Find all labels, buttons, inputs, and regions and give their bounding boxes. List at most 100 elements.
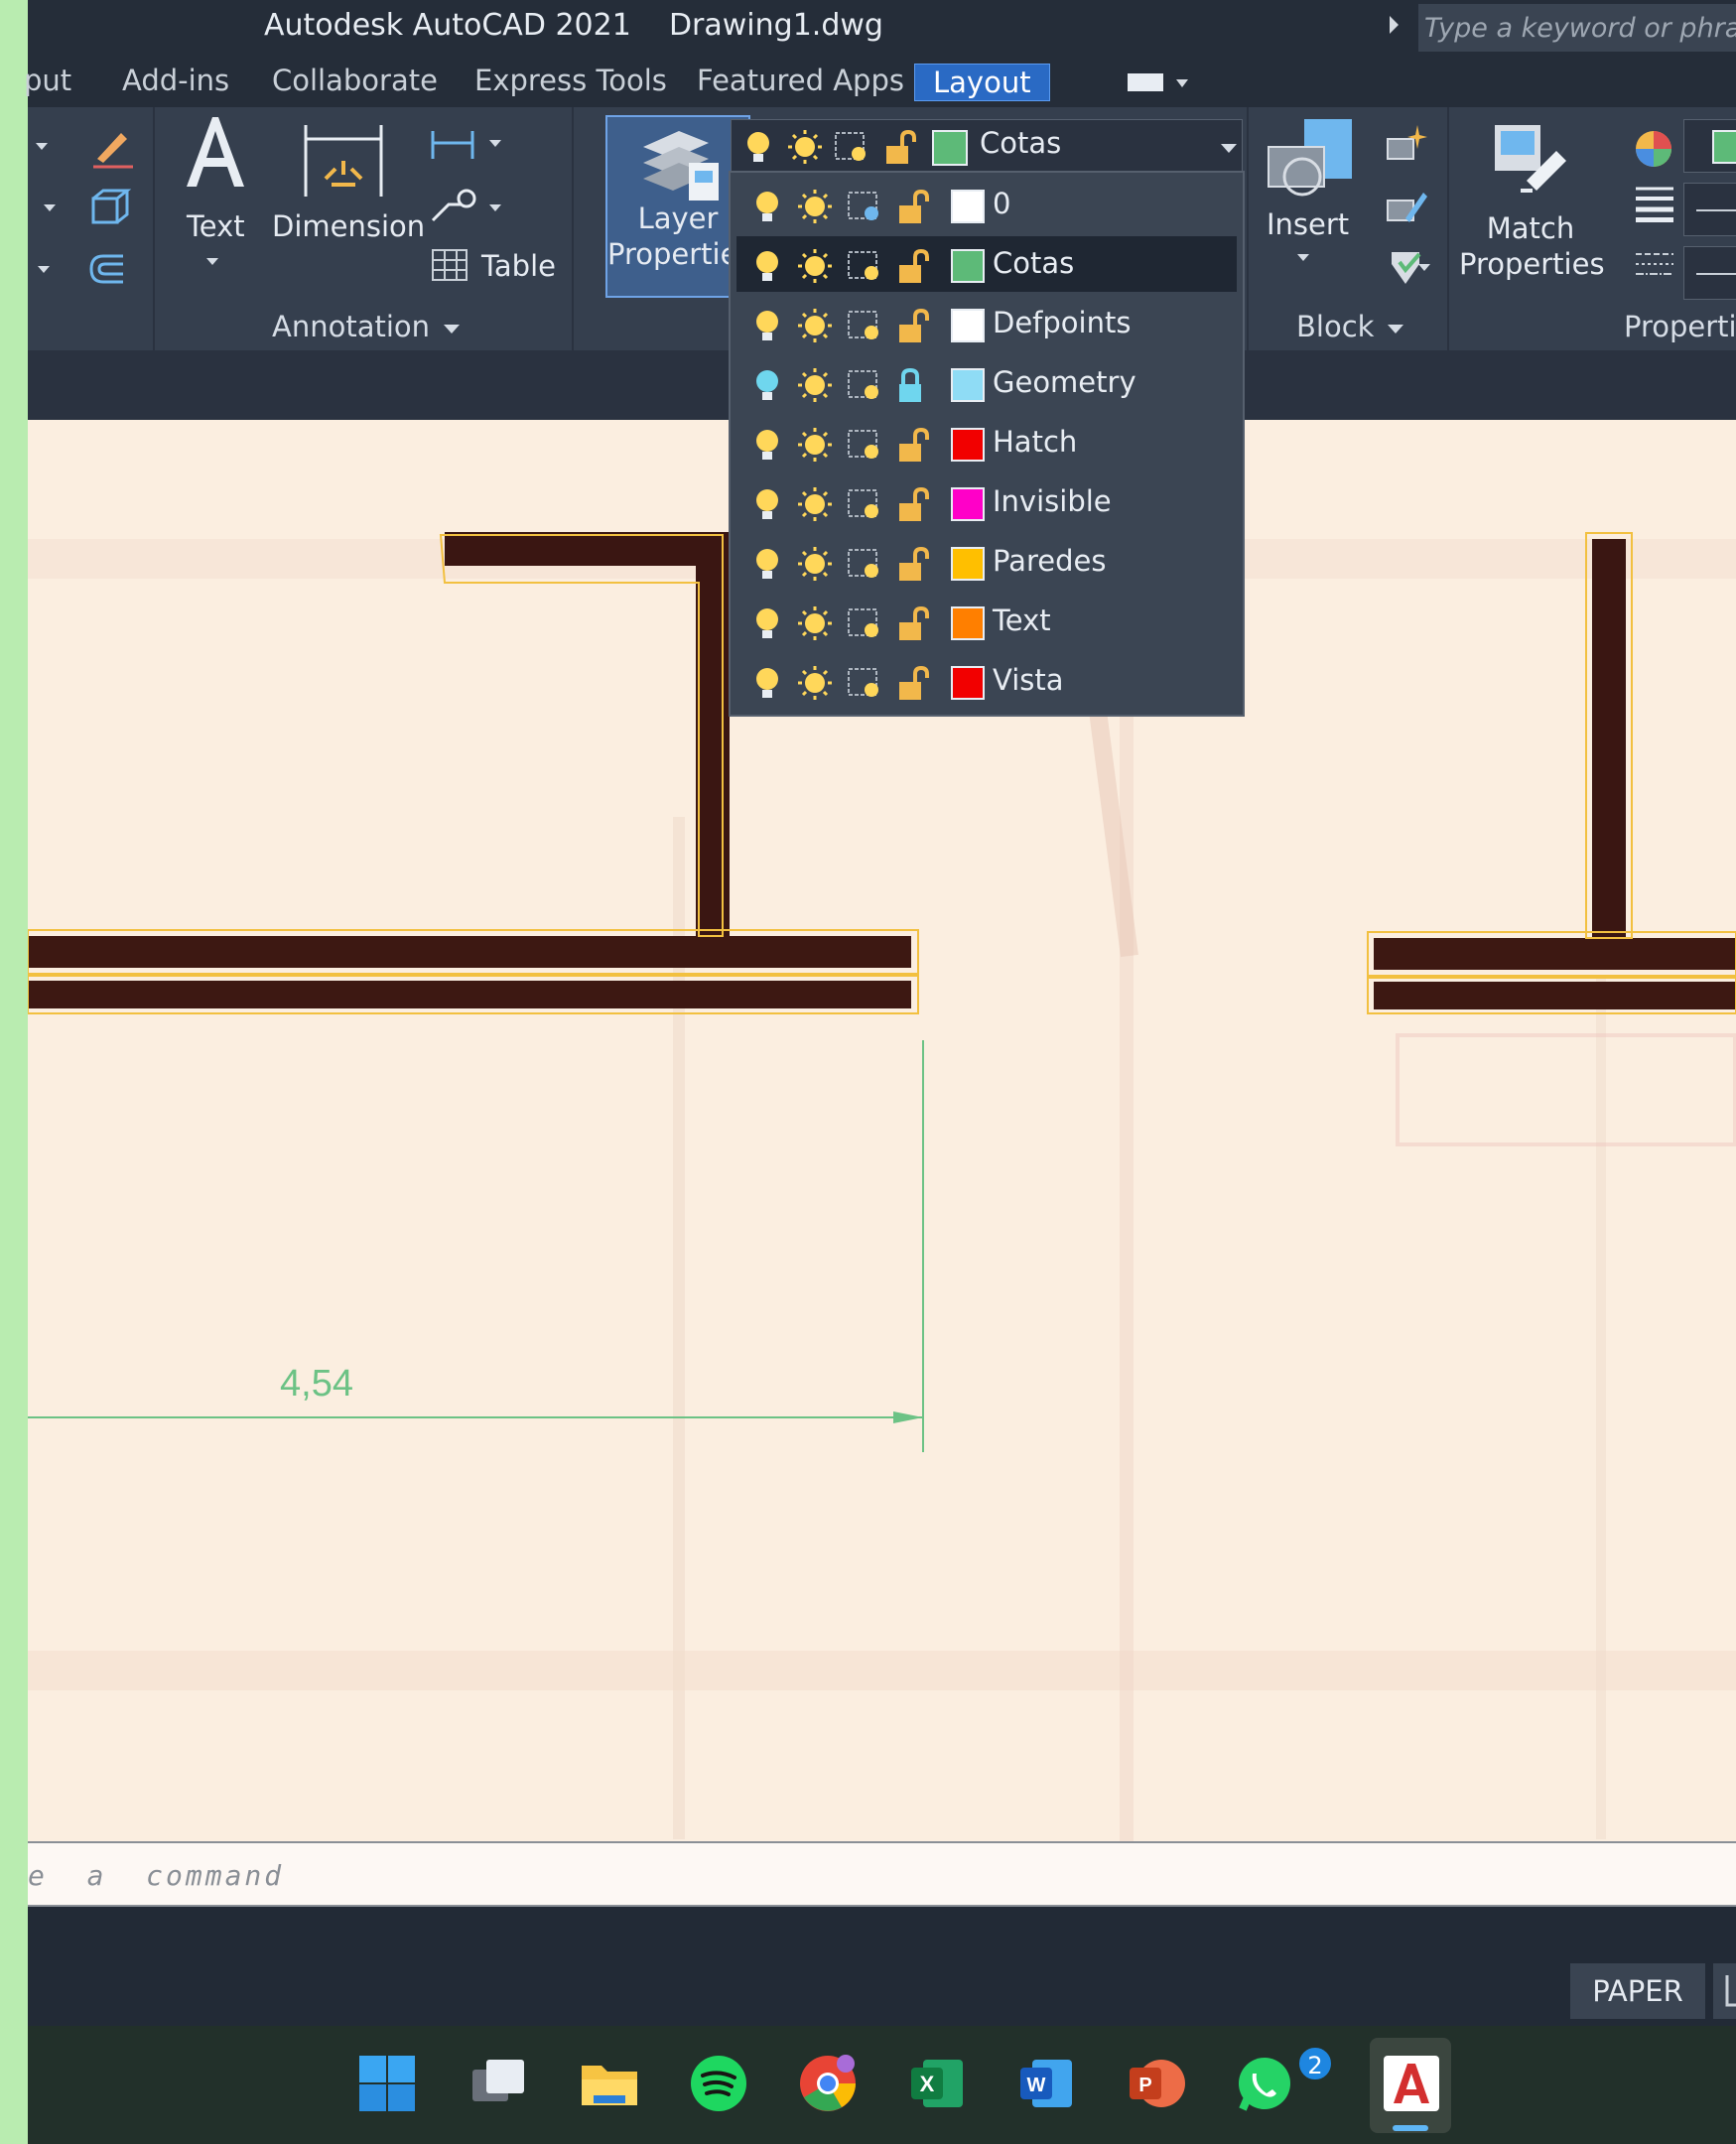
viewport-freeze-icon[interactable]: [846, 545, 883, 583]
lineweight-combo[interactable]: [1683, 183, 1736, 236]
bulb-icon[interactable]: [748, 604, 786, 642]
sun-icon[interactable]: [796, 366, 834, 404]
color-combo[interactable]: [1683, 119, 1736, 173]
bulb-icon[interactable]: [748, 664, 786, 702]
create-block-icon[interactable]: [1384, 121, 1429, 165]
layer-row[interactable]: Text: [736, 594, 1237, 649]
tab-layout[interactable]: Layout: [914, 64, 1050, 101]
bulb-icon[interactable]: [748, 307, 786, 344]
tab-collaborate[interactable]: Collaborate: [272, 64, 438, 97]
viewport-freeze-icon[interactable]: [846, 188, 883, 225]
dimension-text[interactable]: 4,54: [280, 1363, 353, 1406]
match-properties-button[interactable]: Match Properties: [1459, 210, 1605, 282]
sun-icon[interactable]: [796, 188, 834, 225]
match-properties-icon[interactable]: [1487, 121, 1572, 206]
file-explorer-icon[interactable]: [578, 2052, 641, 2115]
paper-space-button[interactable]: PAPER: [1570, 1963, 1705, 2019]
viewport-freeze-icon[interactable]: [846, 604, 883, 642]
excel-icon[interactable]: X: [905, 2052, 969, 2115]
bulb-icon[interactable]: [748, 485, 786, 523]
tab-featured-apps[interactable]: Featured Apps: [697, 64, 904, 97]
chevron-down-icon[interactable]: [36, 143, 48, 150]
chevron-down-icon[interactable]: [38, 266, 50, 273]
linetype-icon[interactable]: [1634, 246, 1675, 286]
layer-row[interactable]: Paredes: [736, 534, 1237, 590]
bulb-icon[interactable]: [748, 188, 786, 225]
unlock-icon[interactable]: [893, 426, 931, 464]
spotify-icon[interactable]: [687, 2052, 750, 2115]
layer-color-swatch[interactable]: [951, 547, 985, 581]
viewport-freeze-icon[interactable]: [846, 426, 883, 464]
tab-add-ins[interactable]: Add-ins: [122, 64, 229, 97]
layer-color-swatch[interactable]: [951, 606, 985, 640]
table-icon[interactable]: [431, 248, 470, 284]
color-wheel-icon[interactable]: [1632, 127, 1675, 171]
search-box[interactable]: [1418, 4, 1736, 52]
dimension-icon[interactable]: [302, 121, 385, 201]
viewport-freeze-icon[interactable]: [846, 485, 883, 523]
sun-icon[interactable]: [796, 307, 834, 344]
powerpoint-icon[interactable]: P: [1124, 2052, 1187, 2115]
search-input[interactable]: [1418, 4, 1736, 52]
bulb-icon[interactable]: [748, 247, 786, 285]
unlock-icon[interactable]: [893, 604, 931, 642]
sun-icon[interactable]: [796, 604, 834, 642]
bulb-icon[interactable]: [748, 426, 786, 464]
command-input[interactable]: [28, 1853, 1715, 1897]
layer-color-swatch[interactable]: [951, 249, 985, 283]
chevron-down-icon[interactable]: [444, 324, 461, 334]
viewport-freeze-icon[interactable]: [846, 664, 883, 702]
layer-row[interactable]: 0: [736, 177, 1237, 232]
chevron-down-icon[interactable]: [1297, 254, 1309, 261]
layer-row[interactable]: Invisible: [736, 474, 1237, 530]
tab-input[interactable]: put: [24, 64, 71, 97]
chevron-down-icon[interactable]: [489, 204, 501, 211]
chevron-down-icon[interactable]: [1221, 144, 1237, 153]
viewport-freeze-icon[interactable]: [846, 247, 883, 285]
layer-color-swatch[interactable]: [951, 368, 985, 402]
layer-row[interactable]: Geometry: [736, 355, 1237, 411]
layer-color-swatch[interactable]: [951, 309, 985, 342]
viewport-freeze-icon[interactable]: [846, 307, 883, 344]
unlock-icon[interactable]: [893, 307, 931, 344]
expand-arrow-icon[interactable]: [1390, 16, 1399, 34]
sun-icon[interactable]: [796, 426, 834, 464]
chrome-icon[interactable]: [796, 2052, 860, 2115]
sun-icon[interactable]: [796, 664, 834, 702]
linetype-combo[interactable]: [1683, 246, 1736, 300]
leader-icon[interactable]: [429, 185, 478, 224]
insert-block-icon[interactable]: [1265, 115, 1356, 206]
ribbon-minimize-icon[interactable]: [1128, 73, 1163, 91]
edit-pencil-icon[interactable]: [85, 121, 135, 171]
word-icon[interactable]: W: [1014, 2052, 1078, 2115]
command-line[interactable]: [28, 1841, 1736, 1907]
box-3d-icon[interactable]: [83, 183, 133, 232]
unlock-icon[interactable]: [893, 664, 931, 702]
task-view-icon[interactable]: [467, 2052, 530, 2115]
sun-icon[interactable]: [796, 545, 834, 583]
layer-row[interactable]: Hatch: [736, 415, 1237, 470]
insert-button[interactable]: Insert: [1267, 206, 1349, 242]
layer-row[interactable]: Cotas: [736, 236, 1237, 292]
viewport-freeze-icon[interactable]: [846, 366, 883, 404]
sun-icon[interactable]: [796, 485, 834, 523]
unlock-icon[interactable]: [893, 485, 931, 523]
bulb-icon[interactable]: [748, 366, 786, 404]
chevron-down-icon[interactable]: [206, 258, 218, 265]
table-button[interactable]: Table: [481, 248, 556, 284]
chevron-down-icon[interactable]: [489, 140, 501, 147]
layer-color-swatch[interactable]: [951, 666, 985, 700]
chevron-down-icon[interactable]: [1176, 79, 1188, 87]
start-icon[interactable]: [355, 2052, 419, 2115]
annotation-panel-title[interactable]: Annotation: [272, 310, 461, 343]
layer-row[interactable]: Vista: [736, 653, 1237, 709]
bulb-icon[interactable]: [748, 545, 786, 583]
block-panel-title[interactable]: Block: [1296, 310, 1404, 343]
sun-icon[interactable]: [796, 247, 834, 285]
ucs-icon-button[interactable]: [1713, 1963, 1736, 2019]
layer-color-swatch[interactable]: [951, 190, 985, 223]
chevron-down-icon[interactable]: [44, 204, 56, 211]
autocad-icon[interactable]: [1380, 2052, 1443, 2115]
chevron-down-icon[interactable]: [1388, 324, 1404, 334]
lock-icon[interactable]: [893, 366, 931, 404]
